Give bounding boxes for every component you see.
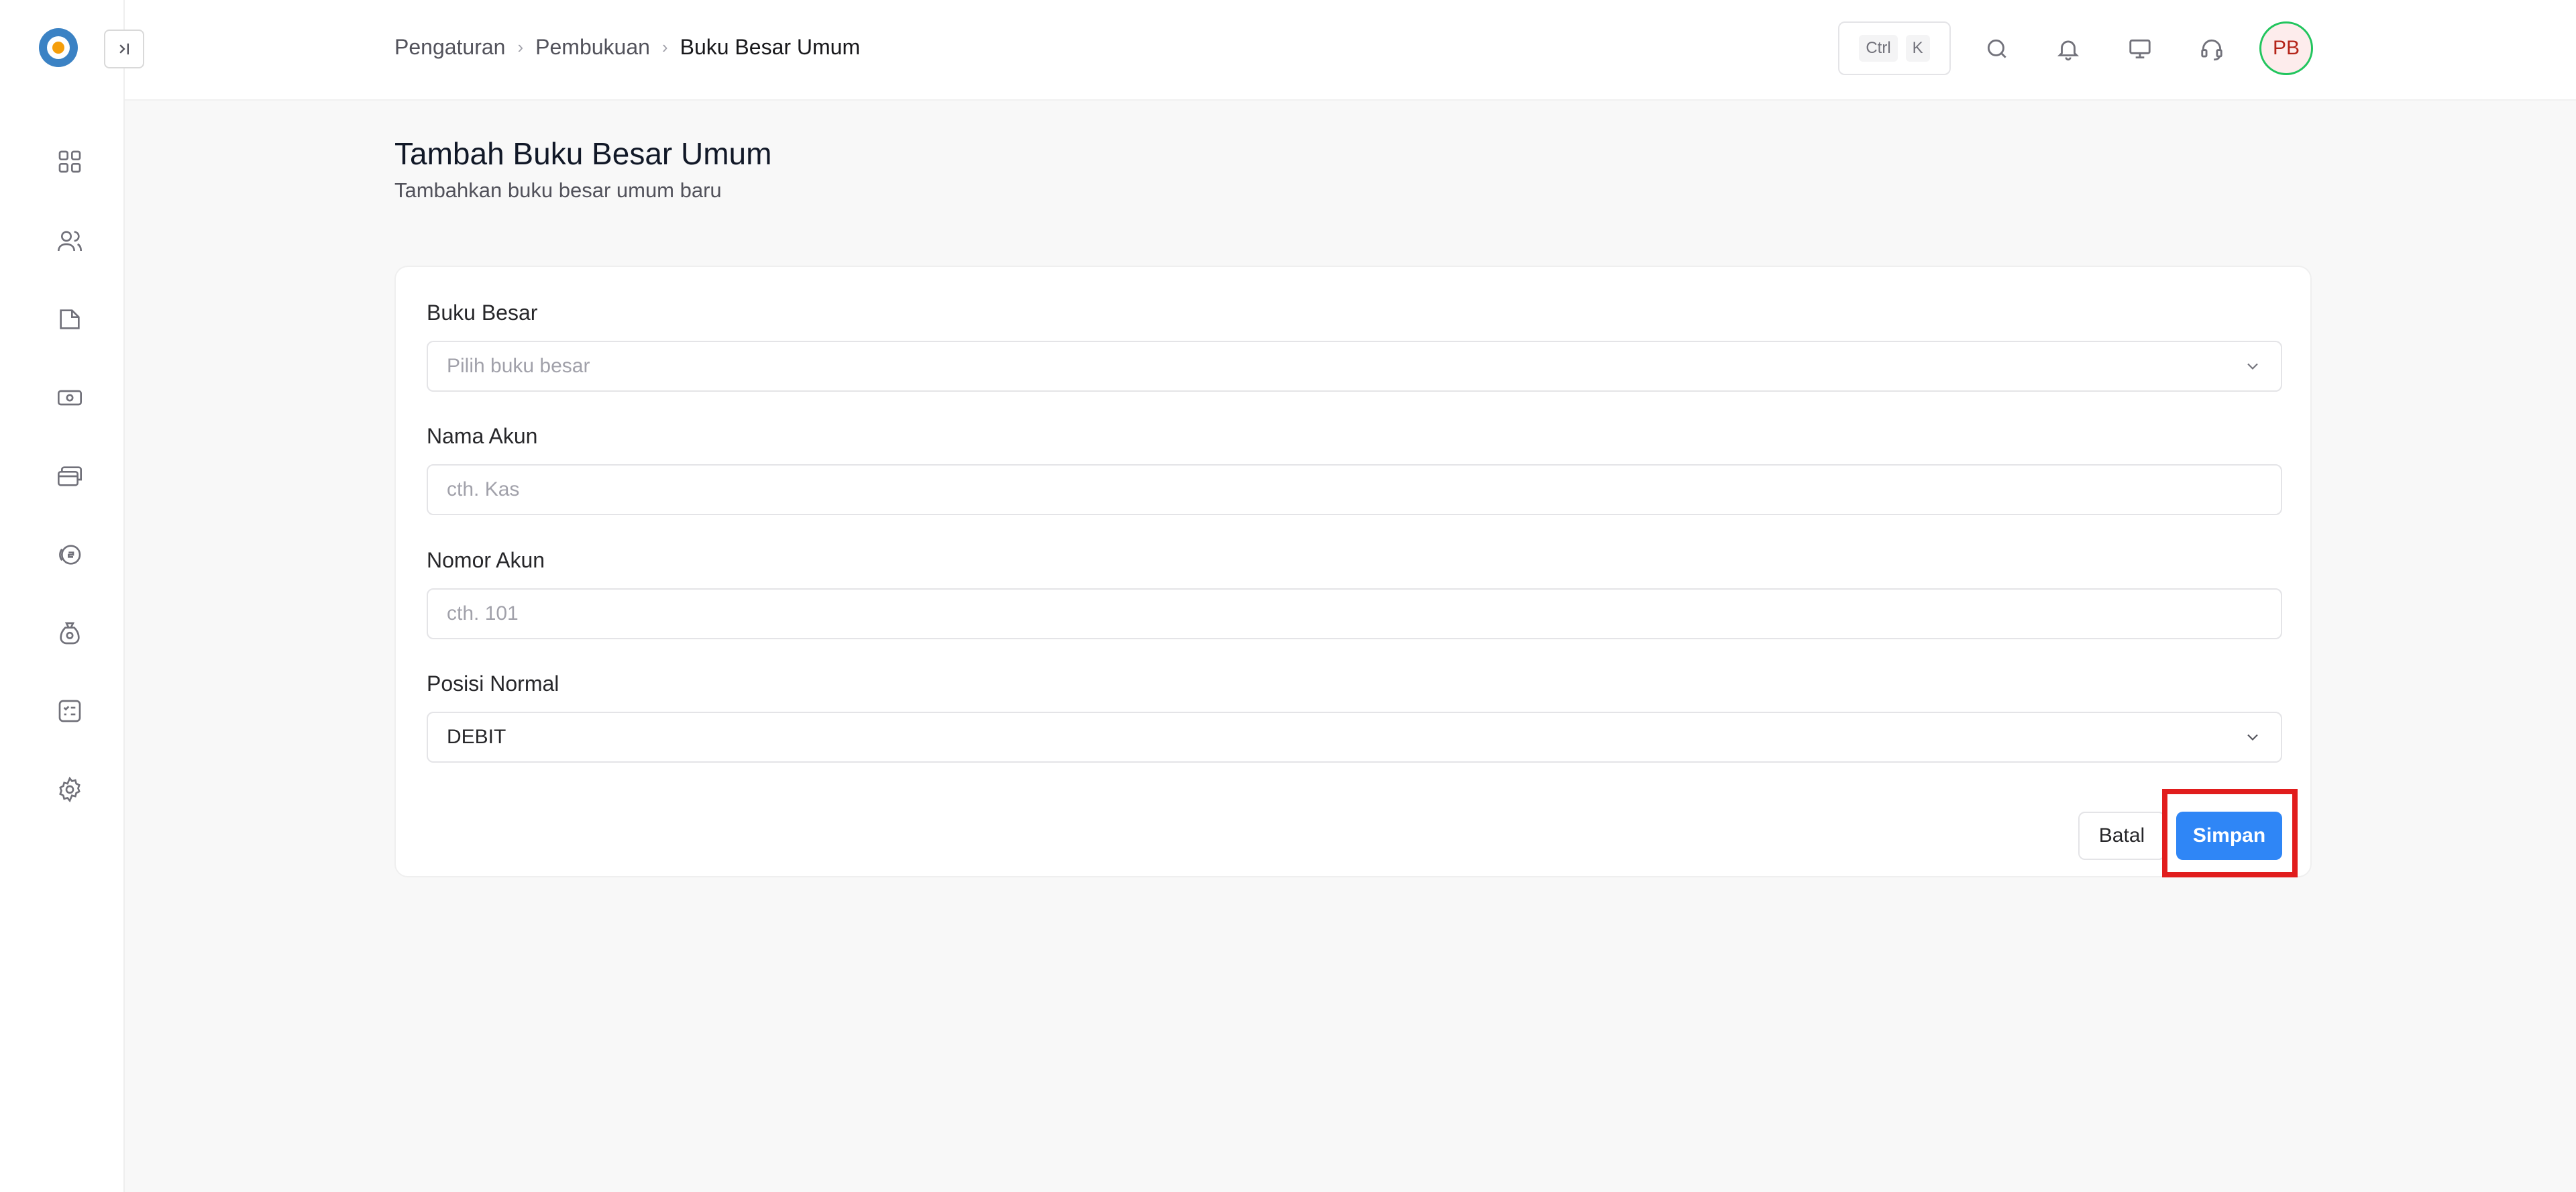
monitor-icon	[2129, 39, 2151, 59]
sidebar	[0, 0, 125, 1192]
chevron-right-icon: ›	[517, 37, 524, 57]
sidebar-item-documents[interactable]	[51, 301, 89, 338]
chevron-down-icon	[2247, 363, 2258, 370]
kbd-ctrl: Ctrl	[1859, 35, 1898, 62]
ledger-select[interactable]: Pilih buku besar	[427, 341, 2282, 392]
folder-icon	[60, 309, 80, 329]
cash-icon	[58, 390, 82, 406]
ledger-select-placeholder: Pilih buku besar	[447, 355, 590, 377]
logo-core	[52, 42, 64, 54]
dashboard-grid-icon	[58, 150, 81, 173]
headset-icon	[2201, 39, 2222, 61]
account-number-input[interactable]	[427, 588, 2282, 639]
breadcrumb: Pengaturan › Pembukuan › Buku Besar Umum	[394, 35, 860, 60]
sidebar-item-checklist[interactable]	[51, 692, 89, 730]
cards-icon	[58, 466, 82, 486]
sidebar-toggle-button[interactable]	[104, 30, 144, 68]
cancel-button[interactable]: Batal	[2078, 812, 2165, 860]
top-header: Pengaturan › Pembukuan › Buku Besar Umum…	[125, 0, 2576, 101]
sidebar-item-dashboard[interactable]	[51, 143, 89, 180]
breadcrumb-item-pengaturan[interactable]: Pengaturan	[394, 35, 505, 60]
support-button[interactable]	[2192, 30, 2231, 68]
account-number-label: Nomor Akun	[427, 548, 545, 572]
sidebar-item-cards[interactable]	[51, 457, 89, 495]
sidebar-item-funds[interactable]	[51, 614, 89, 652]
account-name-label: Nama Akun	[427, 424, 538, 448]
notifications-button[interactable]	[2049, 30, 2088, 68]
search-icon	[1987, 39, 2006, 58]
money-bag-icon	[60, 622, 80, 645]
users-icon	[58, 231, 82, 252]
breadcrumb-item-pembukuan[interactable]: Pembukuan	[535, 35, 650, 60]
sidebar-item-settings[interactable]	[51, 771, 89, 808]
sidebar-item-cash[interactable]	[51, 379, 89, 417]
sidebar-item-coins[interactable]	[51, 536, 89, 574]
display-button[interactable]	[2121, 30, 2159, 68]
checklist-icon	[58, 700, 81, 722]
avatar-initials: PB	[2272, 37, 2300, 59]
page-subtitle: Tambahkan buku besar umum baru	[394, 178, 722, 202]
logo-emblem	[47, 36, 70, 59]
normal-position-value: DEBIT	[447, 726, 506, 748]
ledger-form-card: Buku Besar Pilih buku besar Nama Akun No…	[394, 266, 2312, 877]
coin-icon	[59, 545, 81, 565]
account-name-input[interactable]	[427, 464, 2282, 515]
gear-icon	[59, 776, 80, 803]
user-avatar[interactable]: PB	[2259, 21, 2313, 75]
command-palette-button[interactable]: Ctrl K	[1838, 21, 1951, 75]
normal-position-select[interactable]: DEBIT	[427, 712, 2282, 763]
chevron-down-icon	[2247, 734, 2258, 741]
search-button[interactable]	[1978, 30, 2017, 68]
kbd-k: K	[1905, 35, 1930, 62]
ledger-label: Buku Besar	[427, 301, 538, 325]
sidebar-item-users[interactable]	[51, 222, 89, 260]
panel-expand-icon	[119, 43, 129, 55]
normal-position-label: Posisi Normal	[427, 671, 559, 696]
app-logo[interactable]	[39, 28, 78, 67]
page-title: Tambah Buku Besar Umum	[394, 136, 772, 171]
chevron-right-icon: ›	[661, 37, 668, 57]
save-button[interactable]: Simpan	[2176, 812, 2282, 860]
bell-icon	[2057, 40, 2080, 61]
breadcrumb-item-current: Buku Besar Umum	[680, 35, 861, 59]
